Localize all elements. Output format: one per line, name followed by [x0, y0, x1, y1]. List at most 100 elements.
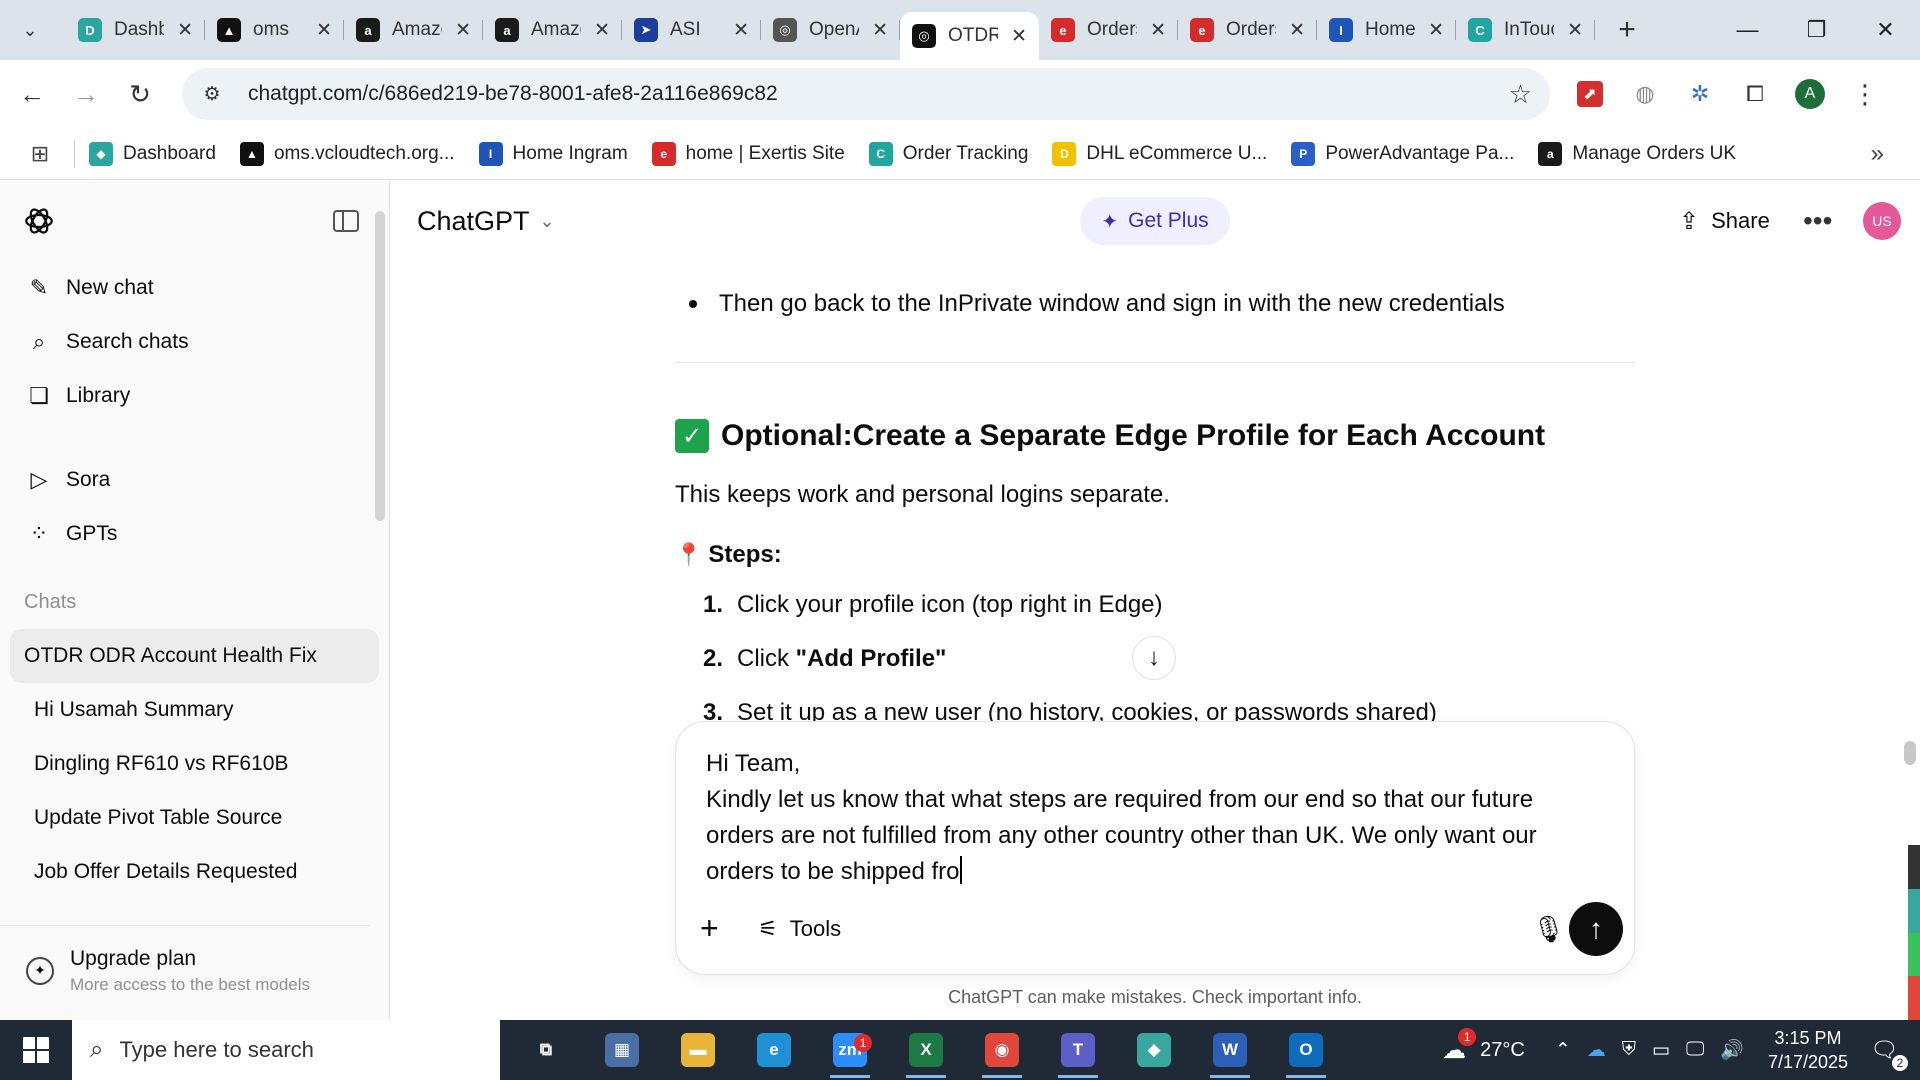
- tools-button[interactable]: ⚟ Tools: [758, 916, 841, 942]
- network-icon[interactable]: 🖵: [1686, 1039, 1704, 1061]
- bookmark-item[interactable]: e home | Exertis Site: [651, 141, 845, 166]
- sidebar-item-sora[interactable]: ▷ Sora: [0, 453, 389, 507]
- onedrive-icon[interactable]: ☁: [1587, 1039, 1606, 1062]
- browser-tab[interactable]: ◎ OpenAI ✕: [761, 8, 900, 52]
- tab-close-icon[interactable]: ✕: [1150, 19, 1166, 42]
- tab-close-icon[interactable]: ✕: [177, 19, 193, 42]
- taskbar-app-outlook[interactable]: O: [1268, 1020, 1344, 1080]
- browser-tab[interactable]: e Orders ✕: [1178, 8, 1317, 52]
- close-window-button[interactable]: ✕: [1851, 0, 1920, 60]
- bookmark-item[interactable]: ▲ oms.vcloudtech.org...: [239, 141, 455, 166]
- scroll-to-bottom-button[interactable]: ↓: [1132, 636, 1176, 680]
- browser-tab[interactable]: a Amazon ✕: [483, 8, 622, 52]
- sidebar-scrollbar[interactable]: [375, 211, 385, 521]
- chrome-menu-icon[interactable]: ⋮: [1845, 74, 1885, 114]
- browser-tab[interactable]: ➤ ASI ✕: [622, 8, 761, 52]
- pdf-extension-icon[interactable]: ⬈: [1570, 74, 1610, 114]
- reload-button[interactable]: ↻: [118, 72, 162, 116]
- send-button[interactable]: ↑: [1569, 902, 1623, 956]
- get-plus-button[interactable]: ✦ Get Plus: [1080, 197, 1230, 245]
- browser-tab[interactable]: ▲ oms ✕: [205, 8, 344, 52]
- openai-logo-icon[interactable]: [22, 204, 56, 238]
- bookmark-item[interactable]: D DHL eCommerce U...: [1052, 141, 1267, 166]
- chat-history-item[interactable]: OTDR ODR Account Health Fix: [10, 629, 379, 683]
- tab-close-icon[interactable]: ✕: [1011, 25, 1027, 48]
- taskbar-app-word[interactable]: W: [1192, 1020, 1268, 1080]
- browser-tab[interactable]: a Amazon ✕: [344, 8, 483, 52]
- bookmark-item[interactable]: ◆ Dashboard: [89, 141, 216, 166]
- weather-widget[interactable]: ☁ 1 27°C: [1442, 1027, 1525, 1065]
- bookmark-overflow-button[interactable]: »: [1871, 140, 1884, 168]
- add-attachment-button[interactable]: +: [700, 910, 719, 947]
- security-icon[interactable]: ⛨: [1622, 1039, 1636, 1061]
- back-button[interactable]: ←: [10, 72, 54, 116]
- taskbar-app-calculator[interactable]: ▦: [584, 1020, 660, 1080]
- tab-close-icon[interactable]: ✕: [1567, 19, 1583, 42]
- forward-button[interactable]: →: [64, 72, 108, 116]
- vpn-extension-icon[interactable]: ✲: [1680, 74, 1720, 114]
- tab-close-icon[interactable]: ✕: [733, 19, 749, 42]
- taskbar-search[interactable]: ⌕ Type here to search: [72, 1020, 500, 1080]
- volume-icon[interactable]: 🔊: [1720, 1038, 1744, 1062]
- sidebar-toggle-icon[interactable]: [333, 210, 359, 232]
- chevron-up-icon[interactable]: ⌃: [1555, 1039, 1571, 1062]
- share-button[interactable]: ⇪ Share: [1679, 207, 1770, 236]
- tab-close-icon[interactable]: ✕: [872, 19, 888, 42]
- microphone-icon[interactable]: 🎙: [1532, 914, 1565, 945]
- chat-list: OTDR ODR Account Health Fix Hi Usamah Sum…: [0, 629, 389, 899]
- clock[interactable]: 3:15 PM 7/17/2025: [1768, 1026, 1848, 1074]
- chat-history-item[interactable]: Hi Usamah Summary: [10, 683, 379, 737]
- model-selector[interactable]: ChatGPT ⌄: [417, 206, 555, 237]
- taskbar-app-task-view[interactable]: ⧉: [508, 1020, 584, 1080]
- bookmark-item[interactable]: a Manage Orders UK: [1538, 141, 1736, 166]
- minimize-button[interactable]: —: [1713, 0, 1782, 60]
- notifications-icon[interactable]: 🗨 2: [1870, 1037, 1908, 1071]
- restore-button[interactable]: ❐: [1782, 0, 1851, 60]
- taskbar-app-chrome[interactable]: ◉: [964, 1020, 1040, 1080]
- chat-history-item[interactable]: Update Pivot Table Source: [10, 791, 379, 845]
- sidebar-item-library[interactable]: ❏ Library: [0, 369, 389, 423]
- globe-extension-icon[interactable]: ◍: [1625, 74, 1665, 114]
- taskbar-app-zoom[interactable]: zm 1: [812, 1020, 888, 1080]
- taskbar-app-app[interactable]: ◆: [1116, 1020, 1192, 1080]
- taskbar-app-excel[interactable]: X: [888, 1020, 964, 1080]
- message-composer[interactable]: Hi Team, Kindly let us know that what st…: [675, 721, 1635, 975]
- start-button[interactable]: [0, 1020, 72, 1080]
- url-text[interactable]: chatgpt.com/c/686ed219-be78-8001-afe8-2a…: [248, 82, 778, 106]
- browser-tab[interactable]: C InTouch ✕: [1456, 8, 1595, 52]
- bookmark-item[interactable]: P PowerAdvantage Pa...: [1291, 141, 1514, 166]
- tab-close-icon[interactable]: ✕: [594, 19, 610, 42]
- composer-input[interactable]: Hi Team, Kindly let us know that what st…: [706, 746, 1606, 890]
- browser-tab[interactable]: e Orders ✕: [1039, 8, 1178, 52]
- sidebar-item-search-chats[interactable]: ⌕ Search chats: [0, 315, 389, 369]
- bookmark-star-icon[interactable]: ☆: [1509, 79, 1532, 110]
- bookmark-item[interactable]: I Home Ingram: [478, 141, 628, 166]
- site-info-icon[interactable]: ⚙: [192, 74, 232, 114]
- tab-search-button[interactable]: ⌄: [8, 10, 52, 50]
- user-avatar[interactable]: US: [1863, 202, 1901, 240]
- address-bar[interactable]: ⚙ chatgpt.com/c/686ed219-be78-8001-afe8-…: [182, 68, 1550, 120]
- sidebar-item-gpts[interactable]: ⁘ GPTs: [0, 507, 389, 561]
- chat-history-item[interactable]: Dingling RF610 vs RF610B: [10, 737, 379, 791]
- page-scrollbar[interactable]: [1904, 741, 1916, 765]
- battery-icon[interactable]: ▭: [1652, 1039, 1670, 1062]
- new-tab-button[interactable]: +: [1607, 10, 1647, 50]
- browser-tab[interactable]: ◎ OTDR ✕: [900, 12, 1039, 60]
- bookmark-item[interactable]: C Order Tracking: [868, 141, 1028, 166]
- taskbar-app-edge[interactable]: e: [736, 1020, 812, 1080]
- taskbar-app-teams[interactable]: T: [1040, 1020, 1116, 1080]
- tab-close-icon[interactable]: ✕: [1428, 19, 1444, 42]
- tab-close-icon[interactable]: ✕: [1289, 19, 1305, 42]
- browser-tab[interactable]: I Home ✕: [1317, 8, 1456, 52]
- apps-grid-icon[interactable]: ⊞: [20, 141, 60, 167]
- taskbar-app-file-explorer[interactable]: ▬: [660, 1020, 736, 1080]
- more-options-button[interactable]: •••: [1803, 205, 1832, 237]
- sidebar-item-new-chat[interactable]: ✎ New chat: [0, 261, 389, 315]
- chat-history-item[interactable]: Job Offer Details Requested: [10, 845, 379, 899]
- profile-button[interactable]: A: [1790, 74, 1830, 114]
- browser-tab[interactable]: D Dashboard ✕: [66, 8, 205, 52]
- tab-close-icon[interactable]: ✕: [316, 19, 332, 42]
- puzzle-icon[interactable]: ⧠: [1735, 74, 1775, 114]
- tab-close-icon[interactable]: ✕: [455, 19, 471, 42]
- upgrade-plan-button[interactable]: ✦ Upgrade plan More access to the best m…: [0, 925, 370, 1015]
